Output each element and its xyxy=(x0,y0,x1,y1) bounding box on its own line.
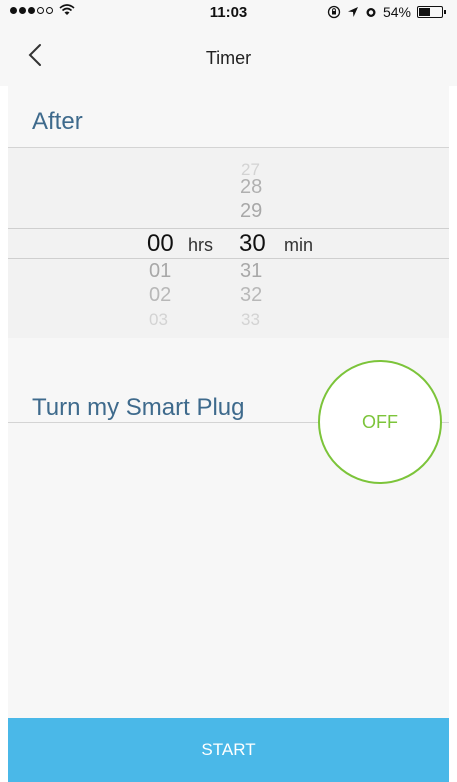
minutes-wheel[interactable]: 27 28 29 30 min 31 32 33 xyxy=(230,148,449,338)
status-bar: 11:03 54% xyxy=(0,0,457,24)
minutes-option[interactable]: 31 xyxy=(240,260,262,283)
battery-fill xyxy=(419,8,431,16)
hours-option[interactable]: 01 xyxy=(149,260,171,283)
nav-bar: Timer xyxy=(0,24,457,86)
toggle-label: OFF xyxy=(362,411,398,432)
hours-unit: hrs xyxy=(188,235,214,255)
plug-heading: Turn my Smart Plug xyxy=(32,394,245,421)
after-heading: After xyxy=(32,108,83,135)
page-title: Timer xyxy=(205,48,252,68)
left-frame-edge xyxy=(0,0,8,782)
minutes-option[interactable]: 32 xyxy=(240,284,262,307)
battery-percent: 54% xyxy=(382,4,411,20)
minutes-unit: min xyxy=(284,235,314,255)
battery-icon xyxy=(417,6,446,18)
hours-wheel[interactable]: 00 hrs 01 02 03 xyxy=(8,148,230,338)
right-frame-edge xyxy=(449,0,457,782)
location-icon xyxy=(347,7,358,17)
minutes-option[interactable]: 33 xyxy=(241,310,260,330)
plug-state-toggle[interactable]: OFF xyxy=(318,360,442,484)
status-right: 54% xyxy=(327,4,446,20)
rotation-lock-icon xyxy=(327,5,341,19)
battery-cap xyxy=(444,10,446,14)
time-picker[interactable]: 00 hrs 01 02 03 27 28 29 30 min 31 32 33 xyxy=(8,148,449,338)
minutes-option[interactable]: 29 xyxy=(240,200,262,223)
hours-option[interactable]: 02 xyxy=(149,284,171,307)
hours-selected[interactable]: 00 xyxy=(147,230,174,258)
alarm-icon xyxy=(366,8,376,17)
minutes-option[interactable]: 28 xyxy=(240,176,262,199)
minutes-selected[interactable]: 30 xyxy=(239,230,266,258)
start-button[interactable]: START xyxy=(8,718,449,782)
hours-option[interactable]: 03 xyxy=(149,310,168,330)
